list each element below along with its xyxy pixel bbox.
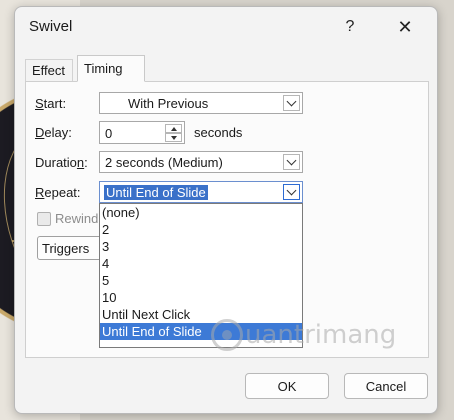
repeat-select[interactable]: Until End of Slide bbox=[99, 181, 303, 203]
tab-effect[interactable]: Effect bbox=[25, 59, 73, 81]
bulb-logo-icon bbox=[211, 319, 243, 351]
triggers-label: Triggers bbox=[42, 241, 90, 256]
dialog-title: Swivel bbox=[29, 18, 73, 35]
spin-up-icon[interactable] bbox=[165, 124, 182, 133]
delay-value[interactable]: 0 bbox=[105, 126, 112, 141]
list-item[interactable]: (none) bbox=[100, 204, 302, 221]
repeat-label: Repeat: bbox=[35, 185, 81, 200]
list-item[interactable]: 4 bbox=[100, 255, 302, 272]
start-value: With Previous bbox=[128, 96, 209, 111]
swivel-dialog: Swivel ? ✕ Effect Timing Start: With Pre… bbox=[14, 6, 438, 414]
rewind-option[interactable]: Rewind bbox=[37, 211, 98, 226]
list-item[interactable]: 5 bbox=[100, 272, 302, 289]
start-label: Start: bbox=[35, 96, 67, 111]
start-select[interactable]: With Previous bbox=[99, 92, 303, 114]
duration-label: Duration: bbox=[35, 155, 88, 170]
watermark-text: uantrimang bbox=[245, 320, 397, 350]
rewind-checkbox[interactable] bbox=[37, 211, 51, 226]
delay-label: Delay: bbox=[35, 125, 72, 140]
list-item[interactable]: 2 bbox=[100, 221, 302, 238]
chevron-down-icon[interactable] bbox=[283, 95, 300, 111]
duration-value: 2 seconds (Medium) bbox=[105, 155, 223, 170]
help-button[interactable]: ? bbox=[335, 15, 365, 39]
spin-down-icon[interactable] bbox=[165, 133, 182, 142]
close-button[interactable]: ✕ bbox=[390, 15, 420, 39]
list-item[interactable]: 3 bbox=[100, 238, 302, 255]
watermark: uantrimang bbox=[211, 319, 396, 351]
rewind-label: Rewind bbox=[55, 211, 99, 226]
tab-timing[interactable]: Timing bbox=[77, 55, 145, 82]
list-item[interactable]: 10 bbox=[100, 289, 302, 306]
cancel-button[interactable]: Cancel bbox=[344, 373, 428, 399]
chevron-down-icon[interactable] bbox=[283, 184, 300, 200]
repeat-value: Until End of Slide bbox=[104, 185, 208, 200]
title-bar: Swivel ? ✕ bbox=[15, 7, 437, 47]
chevron-down-icon[interactable] bbox=[283, 154, 300, 170]
ok-button[interactable]: OK bbox=[245, 373, 329, 399]
duration-select[interactable]: 2 seconds (Medium) bbox=[99, 151, 303, 173]
delay-unit: seconds bbox=[194, 125, 243, 140]
triggers-button[interactable]: Triggers bbox=[37, 236, 103, 260]
delay-stepper[interactable]: 0 bbox=[99, 121, 185, 144]
